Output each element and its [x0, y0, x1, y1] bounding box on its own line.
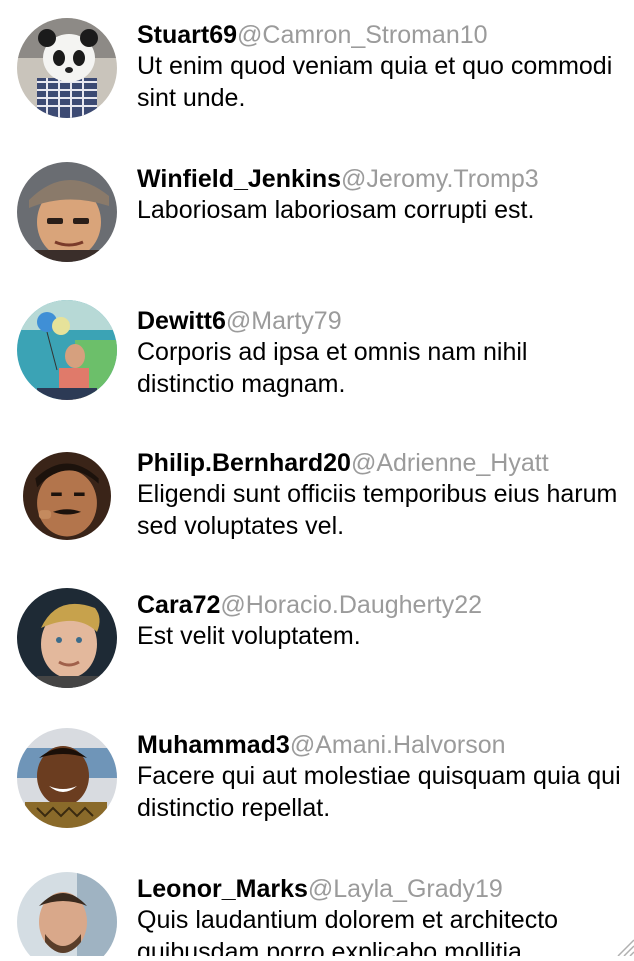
user-handle[interactable]: @Marty79 [226, 307, 342, 335]
avatar[interactable] [17, 588, 117, 688]
tweet-text: Eligendi sunt officiis temporibus eius h… [137, 480, 618, 540]
user-handle[interactable]: @Layla_Grady19 [308, 875, 503, 903]
username[interactable]: Muhammad3 [137, 731, 290, 759]
user-handle[interactable]: @Horacio.Daugherty22 [220, 591, 482, 619]
user-handle[interactable]: @Jeromy.Tromp3 [341, 165, 539, 193]
tweet-text: Est velit voluptatem. [137, 622, 361, 650]
avatar[interactable] [17, 162, 117, 262]
username[interactable]: Dewitt6 [137, 307, 226, 335]
username[interactable]: Leonor_Marks [137, 875, 308, 903]
avatar[interactable] [17, 18, 117, 118]
user-handle[interactable]: @Adrienne_Hyatt [351, 449, 549, 477]
avatar[interactable] [17, 728, 117, 828]
username[interactable]: Winfield_Jenkins [137, 165, 341, 193]
tweet-text: Ut enim quod veniam quia et quo commodi … [137, 52, 613, 112]
tweet-text: Quis laudantium dolorem et architecto qu… [137, 906, 559, 956]
tweet-text: Laboriosam laboriosam corrupti est. [137, 196, 535, 224]
resize-grip-icon[interactable] [610, 932, 634, 957]
avatar[interactable] [23, 452, 111, 540]
username[interactable]: Cara72 [137, 591, 220, 619]
username[interactable]: Philip.Bernhard20 [137, 449, 351, 477]
username[interactable]: Stuart69 [137, 21, 237, 49]
tweet-feed: Stuart69@Camron_Stroman10 Ut enim quod v… [0, 0, 634, 956]
user-handle[interactable]: @Camron_Stroman10 [237, 21, 488, 49]
tweet-text: Corporis ad ipsa et omnis nam nihil dist… [137, 338, 528, 398]
tweet-text: Facere qui aut molestiae quisquam quia q… [137, 762, 621, 822]
user-handle[interactable]: @Amani.Halvorson [290, 731, 506, 759]
avatar[interactable] [17, 872, 117, 956]
avatar[interactable] [17, 300, 117, 400]
